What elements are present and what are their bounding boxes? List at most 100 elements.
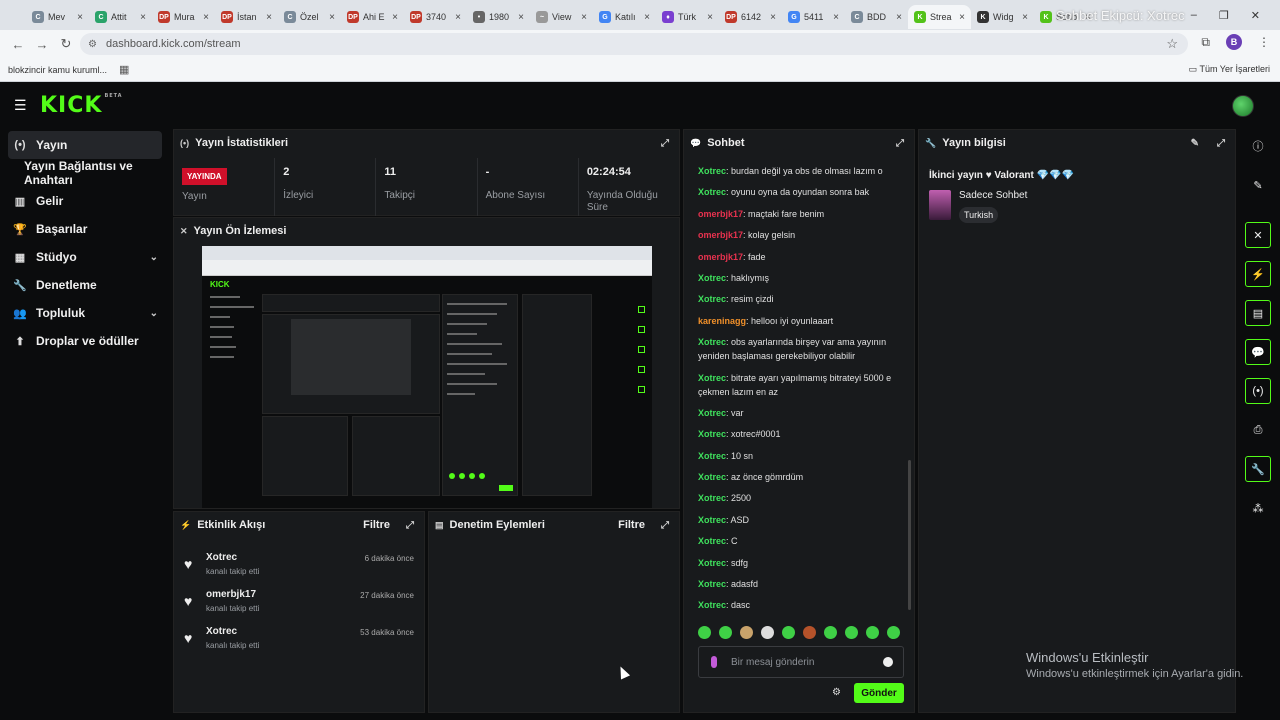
tab-close-icon[interactable]: ×: [833, 12, 839, 23]
lightning-icon[interactable]: ⚡: [1245, 261, 1271, 287]
url-field[interactable]: ⚙ dashboard.kick.com/stream ☆: [80, 33, 1188, 55]
emote-icon[interactable]: [824, 626, 837, 639]
chevron-down-icon[interactable]: ⌄: [150, 308, 158, 319]
browser-tab[interactable]: ~ View ×: [530, 5, 593, 29]
emote-icon[interactable]: [845, 626, 858, 639]
chat-username[interactable]: Xotrec: [698, 337, 726, 347]
chat-username[interactable]: Xotrec: [698, 187, 726, 197]
chat-username[interactable]: Xotrec: [698, 429, 726, 439]
browser-tab[interactable]: ♦ Türk ×: [656, 5, 719, 29]
add-widget-icon[interactable]: ⁂: [1245, 495, 1271, 521]
chat-username[interactable]: Xotrec: [698, 166, 726, 176]
tab-close-icon[interactable]: ×: [707, 12, 713, 23]
emote-icon[interactable]: [803, 626, 816, 639]
broadcast-icon[interactable]: (•): [1245, 378, 1271, 404]
tab-close-icon[interactable]: ×: [392, 12, 398, 23]
tab-close-icon[interactable]: ×: [959, 12, 965, 23]
emote-icon[interactable]: [740, 626, 753, 639]
kick-logo[interactable]: KICK BETA: [40, 93, 123, 118]
expand-icon[interactable]: ⤢: [1217, 138, 1225, 149]
edit-pencil-icon[interactable]: ✎: [1245, 172, 1271, 198]
expand-icon[interactable]: ⤢: [661, 520, 669, 531]
sidebar-item-yayin[interactable]: (•) Yayın: [8, 131, 162, 159]
browser-tab[interactable]: C Özel ×: [278, 5, 341, 29]
chat-settings-gear-icon[interactable]: ⚙: [832, 687, 841, 698]
sidebar-item-denetleme[interactable]: 🔧 Denetleme: [0, 271, 170, 299]
tab-close-icon[interactable]: ×: [266, 12, 272, 23]
menu-hamburger-icon[interactable]: ☰: [14, 97, 27, 114]
browser-tab[interactable]: DP Mura ×: [152, 5, 215, 29]
browser-tab[interactable]: • 1980 ×: [467, 5, 530, 29]
chat-username[interactable]: Xotrec: [698, 273, 726, 283]
emote-icon[interactable]: [719, 626, 732, 639]
preview-toggle-icon[interactable]: ✕: [1245, 222, 1271, 248]
emoji-icon[interactable]: [883, 657, 893, 667]
tab-close-icon[interactable]: ×: [581, 12, 587, 23]
back-icon[interactable]: ←: [6, 37, 30, 52]
chat-username[interactable]: Xotrec: [698, 515, 726, 525]
tab-close-icon[interactable]: ×: [518, 12, 524, 23]
chat-username[interactable]: Xotrec: [698, 536, 726, 546]
chat-scrollbar[interactable]: [908, 460, 911, 610]
all-bookmarks[interactable]: ▭ Tüm Yer İşaretleri: [1189, 64, 1270, 75]
minimize-icon[interactable]: –: [1191, 9, 1197, 21]
browser-tab[interactable]: G 5411 ×: [782, 5, 845, 29]
emote-icon[interactable]: [866, 626, 879, 639]
sidebar-item-stream-key[interactable]: Yayın Bağlantısı ve Anahtarı: [0, 159, 170, 187]
tab-close-icon[interactable]: ×: [896, 12, 902, 23]
browser-tab[interactable]: DP 3740 ×: [404, 5, 467, 29]
chevron-down-icon[interactable]: ⌄: [150, 252, 158, 263]
tab-close-icon[interactable]: ×: [1022, 12, 1028, 23]
browser-tab[interactable]: K Strea ×: [908, 5, 971, 29]
expand-icon[interactable]: ⤢: [661, 138, 669, 149]
tab-close-icon[interactable]: ×: [77, 12, 83, 23]
send-button[interactable]: Gönder: [854, 683, 904, 703]
browser-tab[interactable]: DP 6142 ×: [719, 5, 782, 29]
browser-tab[interactable]: DP Ahi E ×: [341, 5, 404, 29]
sidebar-item-droplar[interactable]: ⬆ Droplar ve ödüller: [0, 327, 170, 355]
chat-username[interactable]: Xotrec: [698, 579, 726, 589]
profile-avatar[interactable]: B: [1226, 34, 1242, 50]
apps-grid-icon[interactable]: ▦: [119, 63, 129, 76]
info-icon[interactable]: ⓘ: [1245, 133, 1271, 159]
tab-close-icon[interactable]: ×: [140, 12, 146, 23]
emote-icon[interactable]: [761, 626, 774, 639]
extensions-icon[interactable]: ⧉: [1201, 35, 1210, 50]
browser-tab[interactable]: C Mev ×: [26, 5, 89, 29]
chat-username[interactable]: Xotrec: [698, 451, 726, 461]
browser-tab[interactable]: G Katılı ×: [593, 5, 656, 29]
chat-username[interactable]: Xotrec: [698, 600, 726, 610]
sidebar-item-gelir[interactable]: ▥ Gelir: [0, 187, 170, 215]
bookmark-star-icon[interactable]: ☆: [1166, 36, 1178, 52]
tab-close-icon[interactable]: ×: [770, 12, 776, 23]
emote-icon[interactable]: [698, 626, 711, 639]
browser-menu-icon[interactable]: ⋮: [1258, 35, 1270, 49]
browser-tab[interactable]: DP İstan ×: [215, 5, 278, 29]
browser-tab[interactable]: C BDD ×: [845, 5, 908, 29]
site-settings-icon[interactable]: ⚙: [88, 39, 97, 50]
browser-tab[interactable]: K Widg ×: [971, 5, 1034, 29]
chat-username[interactable]: kareninagg: [698, 316, 746, 326]
tab-close-icon[interactable]: ×: [329, 12, 335, 23]
chat-username[interactable]: omerbjk17: [698, 252, 743, 262]
maximize-icon[interactable]: ❐: [1219, 9, 1229, 22]
chat-icon[interactable]: 💬: [1245, 339, 1271, 365]
sidebar-item-topluluk[interactable]: 👥 Topluluk ⌄: [0, 299, 170, 327]
tab-close-icon[interactable]: ×: [203, 12, 209, 23]
chat-username[interactable]: Xotrec: [698, 558, 726, 568]
sidebar-item-studyo[interactable]: ▦ Stüdyo ⌄: [0, 243, 170, 271]
forward-icon[interactable]: →: [30, 37, 54, 52]
filter-button[interactable]: Filtre: [618, 519, 645, 531]
chat-username[interactable]: omerbjk17: [698, 230, 743, 240]
tab-close-icon[interactable]: ×: [455, 12, 461, 23]
edit-pencil-icon[interactable]: ✎: [1191, 138, 1199, 149]
chat-username[interactable]: Xotrec: [698, 408, 726, 418]
microphone-icon[interactable]: [711, 656, 717, 668]
chat-username[interactable]: Xotrec: [698, 294, 726, 304]
chat-username[interactable]: omerbjk17: [698, 209, 743, 219]
expand-icon[interactable]: ⤢: [896, 138, 904, 149]
emote-icon[interactable]: [782, 626, 795, 639]
tab-close-icon[interactable]: ×: [644, 12, 650, 23]
expand-icon[interactable]: ⤢: [406, 520, 414, 531]
wrench-icon[interactable]: 🔧: [1245, 456, 1271, 482]
